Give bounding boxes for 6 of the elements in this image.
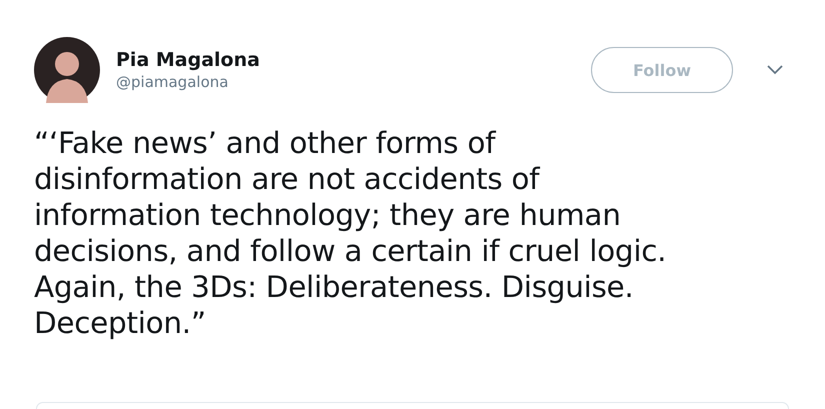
tweet-text: “‘Fake news’ and other forms of disinformation are not accidents of information technology; they are human decisions, and follow a certain if cruel logic. Again, the 3Ds: Deliberateness. Disguise. Deception.” — [34, 125, 668, 341]
author-name: Pia Magalona — [116, 48, 261, 72]
avatar — [34, 37, 100, 103]
follow-button[interactable]: Follow — [591, 47, 733, 93]
author-handle: @piamagalona — [116, 72, 230, 92]
caret-icon[interactable] — [767, 65, 783, 75]
